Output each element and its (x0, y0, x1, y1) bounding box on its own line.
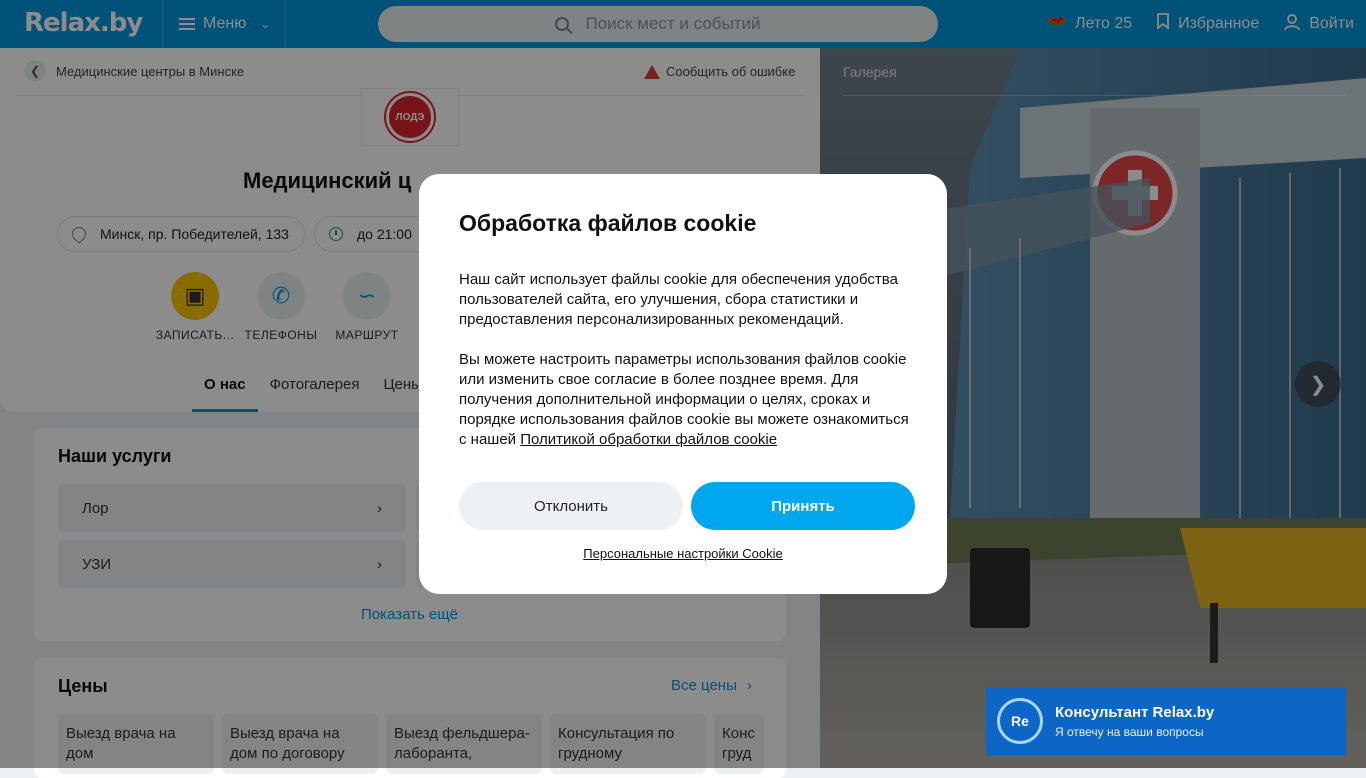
cookie-policy-link[interactable]: Политикой обработки файлов cookie (520, 431, 777, 448)
consultant-text: Консультант Relax.by Я отвечу на ваши во… (1055, 704, 1214, 739)
consultant-avatar: Re (997, 698, 1043, 744)
decline-button[interactable]: Отклонить (459, 482, 683, 530)
cookie-paragraph-1: Наш сайт использует файлы cookie для обе… (459, 271, 898, 328)
consultant-title: Консультант Relax.by (1055, 703, 1215, 721)
accept-button[interactable]: Принять (691, 482, 915, 530)
consultant-subtitle: Я отвечу на ваши вопросы (1055, 724, 1204, 739)
cookie-paragraph-2: Вы можете настроить параметры использова… (459, 350, 911, 450)
personal-cookie-settings-link[interactable]: Персональные настройки Cookie (419, 546, 947, 561)
consultant-widget[interactable]: Re Консультант Relax.by Я отвечу на ваши… (986, 687, 1346, 755)
cookie-title: Обработка файлов cookie (459, 210, 757, 236)
cookie-dialog: Обработка файлов cookie Наш сайт использ… (419, 174, 947, 594)
